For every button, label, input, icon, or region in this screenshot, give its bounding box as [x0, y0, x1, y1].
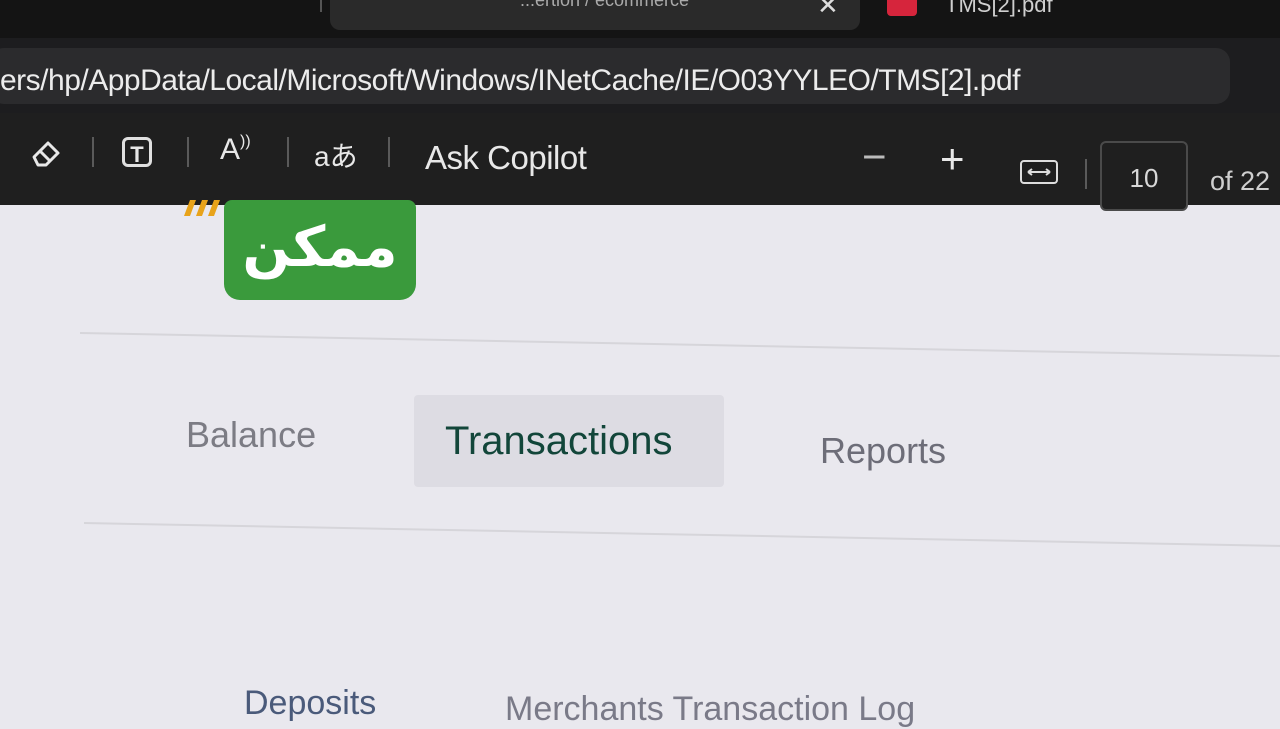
zoom-out-button[interactable]: −: [862, 136, 887, 178]
address-bar: ers/hp/AppData/Local/Microsoft/Windows/I…: [0, 38, 1280, 113]
mumkin-logo: ممكن: [184, 200, 416, 300]
toolbar-separator: [388, 137, 390, 167]
tab-title-pdf[interactable]: TMS[2].pdf: [945, 0, 1053, 18]
translate-icon[interactable]: aあ: [314, 135, 358, 175]
divider: [83, 522, 1280, 548]
read-aloud-icon[interactable]: A)): [220, 133, 251, 167]
page-number-input[interactable]: 10: [1100, 141, 1188, 211]
fit-width-icon[interactable]: [1020, 160, 1058, 184]
logo-stripes-icon: [184, 200, 220, 216]
text-box-icon[interactable]: T: [122, 137, 152, 167]
browser-tab-strip: ... ...ertion / ecommerce ✕ TMS[2].pdf: [0, 0, 1280, 38]
url-text[interactable]: ers/hp/AppData/Local/Microsoft/Windows/I…: [0, 64, 1020, 98]
toolbar-separator: [187, 137, 189, 167]
divider: [79, 332, 1280, 358]
subtab-merchants-transaction-log[interactable]: Merchants Transaction Log: [505, 690, 915, 729]
pdf-icon: [887, 0, 917, 16]
toolbar-separator: [287, 137, 289, 167]
tab-separator: [320, 0, 322, 12]
tab-title-active[interactable]: ...ertion / ecommerce: [520, 0, 790, 11]
zoom-in-button[interactable]: +: [940, 138, 965, 180]
tab-transactions[interactable]: Transactions: [445, 419, 673, 464]
tab-reports[interactable]: Reports: [820, 430, 946, 472]
close-icon[interactable]: ✕: [817, 0, 839, 21]
toolbar-separator: [92, 137, 94, 167]
eraser-icon[interactable]: [28, 135, 64, 176]
page-count: of 22: [1210, 166, 1271, 196]
toolbar-separator: [1085, 159, 1087, 189]
ask-copilot-button[interactable]: Ask Copilot: [425, 139, 587, 177]
tab-balance[interactable]: Balance: [186, 414, 316, 456]
subtab-deposits[interactable]: Deposits: [244, 684, 376, 723]
logo-text: ممكن: [242, 215, 398, 280]
pdf-toolbar: T A)) aあ Ask Copilot − + of 22: [0, 113, 1280, 205]
